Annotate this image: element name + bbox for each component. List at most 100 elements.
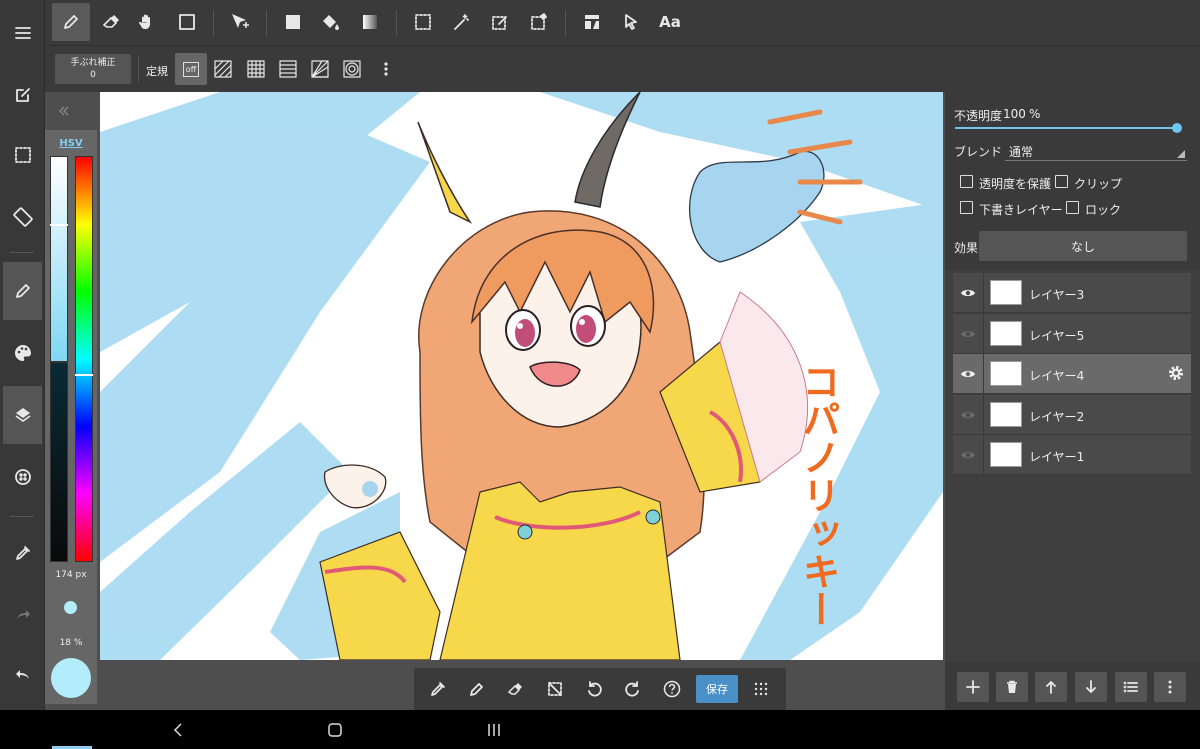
- delete-layer-button[interactable]: [996, 672, 1028, 702]
- nav-home-button[interactable]: [325, 720, 345, 740]
- blend-select[interactable]: 通常: [1005, 139, 1187, 161]
- fill-rect-tool[interactable]: [274, 3, 312, 41]
- brush-panel-button[interactable]: [3, 262, 42, 320]
- visibility-toggle[interactable]: [957, 324, 979, 344]
- rotate-left-button[interactable]: [577, 673, 611, 705]
- menu-button[interactable]: [3, 4, 42, 62]
- brightness-slider[interactable]: [50, 362, 68, 562]
- layer-row[interactable]: レイヤー4: [953, 354, 1191, 394]
- layer-more-button[interactable]: [1154, 672, 1186, 702]
- eraser-icon: [507, 683, 522, 695]
- eye-icon: [961, 330, 975, 337]
- select-tool[interactable]: [404, 3, 442, 41]
- hand-tool[interactable]: [128, 3, 166, 41]
- rotate-right-icon: [625, 681, 639, 697]
- bucket-tool[interactable]: [312, 3, 350, 41]
- visibility-toggle[interactable]: [957, 405, 979, 425]
- visibility-toggle[interactable]: [957, 445, 979, 465]
- move-layer-up-button[interactable]: [1035, 672, 1067, 702]
- opacity-slider[interactable]: [955, 123, 1182, 133]
- new-canvas-button[interactable]: [3, 66, 42, 124]
- operation-tool[interactable]: [612, 3, 650, 41]
- color-panel-button[interactable]: [3, 324, 42, 382]
- layer-row[interactable]: レイヤー5: [953, 313, 1191, 354]
- layer-settings-button[interactable]: [1167, 364, 1187, 384]
- perspective-ruler-button[interactable]: [272, 53, 304, 85]
- grid-ruler-button[interactable]: [240, 53, 272, 85]
- selection-button[interactable]: [3, 126, 42, 184]
- home-icon: [328, 723, 342, 737]
- draft-checkbox[interactable]: [960, 201, 973, 214]
- recents-icon: [488, 724, 500, 736]
- gradient-tool[interactable]: [351, 3, 389, 41]
- frame-divider-tool[interactable]: [573, 3, 611, 41]
- eraser-tool[interactable]: [92, 3, 130, 41]
- parallel-ruler-button[interactable]: [207, 53, 239, 85]
- stabilizer-button[interactable]: 手ぶれ補正 0: [55, 54, 131, 84]
- dot-grid-icon: [754, 682, 768, 696]
- eye-icon: [961, 371, 975, 377]
- rotate-right-button[interactable]: [616, 673, 650, 705]
- layer-row[interactable]: レイヤー1: [953, 435, 1191, 475]
- grid-menu-button[interactable]: [744, 673, 778, 705]
- drawing-canvas[interactable]: コパノリッキー: [100, 92, 943, 660]
- layer-list-menu-button[interactable]: [1115, 672, 1147, 702]
- save-button[interactable]: 保存: [696, 675, 738, 703]
- more-options-button[interactable]: [370, 53, 402, 85]
- nav-recents-button[interactable]: [484, 720, 504, 740]
- quick-deselect-button[interactable]: [538, 673, 572, 705]
- visibility-toggle[interactable]: [957, 283, 979, 303]
- rotate-canvas-button[interactable]: [3, 188, 42, 246]
- square-icon: [179, 14, 195, 30]
- radial-ruler-button[interactable]: [304, 53, 336, 85]
- select-pen-tool[interactable]: [481, 3, 519, 41]
- hamburger-icon: [14, 27, 31, 39]
- artwork-text: コパノリッキー: [796, 362, 840, 628]
- nav-back-button[interactable]: [168, 720, 188, 740]
- saturation-slider[interactable]: [50, 156, 68, 362]
- select-eraser-tool[interactable]: [520, 3, 558, 41]
- pen-tool[interactable]: [52, 3, 90, 41]
- color-mode-tab[interactable]: HSV: [45, 138, 97, 149]
- shape-tool[interactable]: [168, 3, 206, 41]
- pencil-icon: [64, 15, 78, 29]
- quick-eyedropper-button[interactable]: [421, 673, 455, 705]
- undo-button[interactable]: [3, 646, 42, 704]
- collapse-color-panel-button[interactable]: [57, 104, 71, 118]
- protect-alpha-checkbox[interactable]: [960, 175, 973, 188]
- eyedropper-icon: [15, 546, 30, 560]
- layer-panel-button[interactable]: [3, 386, 42, 444]
- plus-icon: [966, 680, 980, 694]
- lock-checkbox[interactable]: [1066, 201, 1079, 214]
- clip-label: クリップ: [1074, 177, 1123, 191]
- layer-row[interactable]: レイヤー3: [953, 273, 1191, 313]
- add-layer-button[interactable]: [957, 672, 989, 702]
- layer-row[interactable]: レイヤー2: [953, 394, 1191, 435]
- effect-button[interactable]: なし: [979, 231, 1187, 261]
- left-sidebar: [0, 0, 45, 710]
- brush-size-preview: [64, 601, 77, 614]
- brush-size-label: 174 px: [55, 570, 87, 580]
- text-tool[interactable]: Aa: [651, 3, 689, 41]
- help-button[interactable]: [655, 673, 689, 705]
- move-tool[interactable]: [221, 3, 259, 41]
- back-icon: [173, 723, 182, 737]
- eye-icon: [961, 290, 975, 296]
- magic-wand-tool[interactable]: [442, 3, 480, 41]
- material-button[interactable]: [3, 448, 42, 506]
- move-layer-down-button[interactable]: [1075, 672, 1107, 702]
- more-vert-icon: [1168, 680, 1172, 694]
- quick-pen-button[interactable]: [460, 673, 494, 705]
- quick-eraser-button[interactable]: [499, 673, 533, 705]
- clip-checkbox[interactable]: [1055, 175, 1068, 188]
- palette-icon: [14, 345, 31, 361]
- layer-name: レイヤー1: [1029, 450, 1085, 464]
- visibility-toggle[interactable]: [957, 364, 979, 384]
- hue-slider[interactable]: [75, 156, 93, 562]
- eyedropper-button[interactable]: [3, 524, 42, 582]
- layer-name: レイヤー5: [1029, 328, 1085, 343]
- ruler-off-button[interactable]: off: [175, 53, 207, 85]
- redo-button[interactable]: [3, 586, 42, 644]
- concentric-ruler-button[interactable]: [336, 53, 368, 85]
- current-color-swatch[interactable]: [51, 658, 91, 698]
